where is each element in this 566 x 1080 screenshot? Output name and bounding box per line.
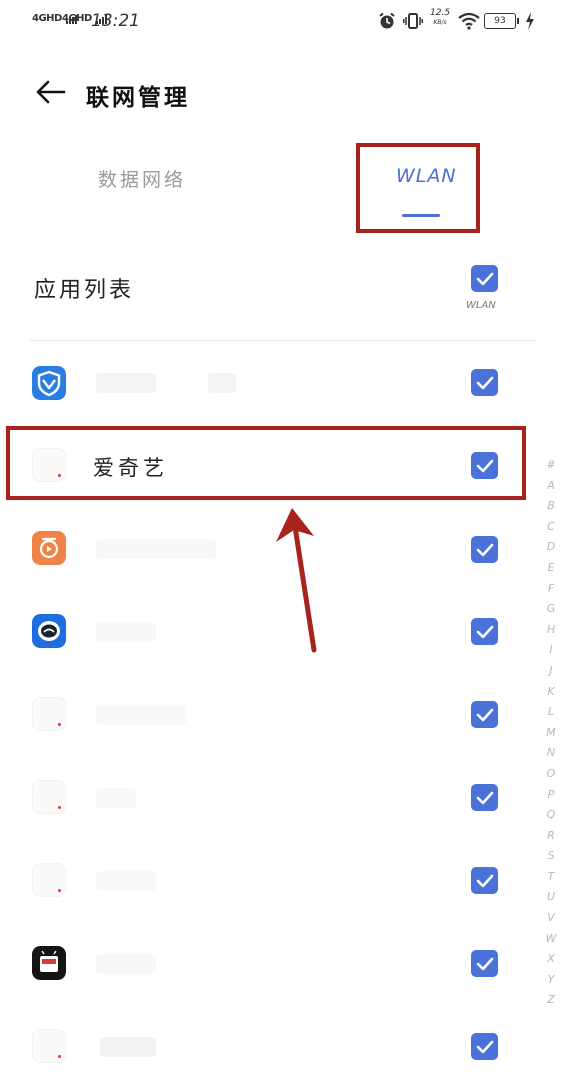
app-name-obscured xyxy=(208,373,236,393)
app-row xyxy=(0,760,540,838)
wlan-checkbox[interactable] xyxy=(471,950,498,977)
alphabet-index-letter[interactable]: O xyxy=(543,764,559,785)
annotation-arrow-icon xyxy=(276,508,317,653)
page-title: 联网管理 xyxy=(86,85,190,111)
annotation-highlight-box-tab xyxy=(356,143,480,233)
app-name-obscured xyxy=(96,539,216,559)
checkmark-icon xyxy=(476,1040,494,1054)
battery-icon: 93 xyxy=(484,13,519,29)
signal-label-1: 4GHD xyxy=(32,13,62,24)
app-name-obscured xyxy=(96,871,156,891)
alphabet-index-letter[interactable]: S xyxy=(543,846,559,867)
alphabet-index-letter[interactable]: Q xyxy=(543,805,559,826)
network-speed: 12.5 KB/s xyxy=(430,8,450,28)
checkmark-icon xyxy=(476,272,494,286)
app-name-obscured xyxy=(96,788,136,808)
app-icon xyxy=(32,863,66,897)
alphabet-index-letter[interactable]: W xyxy=(543,929,559,950)
alphabet-index-letter[interactable]: U xyxy=(543,887,559,908)
app-icon xyxy=(32,780,66,814)
back-arrow-icon[interactable] xyxy=(36,80,66,104)
alphabet-index-letter[interactable]: Y xyxy=(543,970,559,991)
alphabet-index-letter[interactable]: T xyxy=(543,867,559,888)
alphabet-index-letter[interactable]: Z xyxy=(543,990,559,1011)
alarm-icon xyxy=(379,12,395,29)
charging-icon xyxy=(526,12,534,30)
wlan-checkbox[interactable] xyxy=(471,701,498,728)
app-row xyxy=(0,843,540,921)
checkmark-icon xyxy=(476,874,494,888)
app-name-obscured xyxy=(96,622,156,642)
signal-label-2: 4GHD xyxy=(62,13,92,24)
alphabet-index-letter[interactable]: A xyxy=(543,476,559,497)
tencent-shield-icon xyxy=(32,366,66,400)
alphabet-index-letter[interactable]: L xyxy=(543,702,559,723)
battery-level: 93 xyxy=(494,16,506,26)
alphabet-index-letter[interactable]: K xyxy=(543,682,559,703)
checkmark-icon xyxy=(476,708,494,722)
app-row xyxy=(0,677,540,755)
wlan-column-label: WLAN xyxy=(466,300,496,311)
annotation-highlight-box-row xyxy=(6,426,526,500)
alphabet-index-letter[interactable]: M xyxy=(543,723,559,744)
wlan-checkbox[interactable] xyxy=(471,536,498,563)
app-icon xyxy=(32,697,66,731)
alphabet-index-letter[interactable]: X xyxy=(543,949,559,970)
checkmark-icon xyxy=(476,791,494,805)
wlan-checkbox[interactable] xyxy=(471,1033,498,1060)
app-name-obscured xyxy=(100,1037,156,1057)
apk-app-icon xyxy=(32,946,66,980)
orange-app-icon xyxy=(32,531,66,565)
app-name-obscured xyxy=(96,705,186,725)
wlan-checkbox[interactable] xyxy=(471,618,498,645)
app-row xyxy=(0,345,540,423)
wlan-checkbox[interactable] xyxy=(471,867,498,894)
alphabet-index-letter[interactable]: J xyxy=(543,661,559,682)
alphabet-index-letter[interactable]: P xyxy=(543,785,559,806)
clock: 13:21 xyxy=(91,11,140,31)
alphabet-index-letter[interactable]: C xyxy=(543,517,559,538)
alphabet-index-letter[interactable]: E xyxy=(543,558,559,579)
alphabet-index[interactable]: # A B C D E F G H I J K L M N O P Q R S T U V W X Y Z xyxy=(543,455,559,1011)
app-list-title: 应用列表 xyxy=(34,278,135,303)
alphabet-index-letter[interactable]: G xyxy=(543,599,559,620)
wlan-checkbox[interactable] xyxy=(471,369,498,396)
checkmark-icon xyxy=(476,376,494,390)
alphabet-index-letter[interactable]: I xyxy=(543,640,559,661)
alphabet-index-letter[interactable]: N xyxy=(543,743,559,764)
alphabet-index-letter[interactable]: B xyxy=(543,496,559,517)
app-name-obscured xyxy=(96,373,156,393)
alphabet-index-letter[interactable]: F xyxy=(543,579,559,600)
app-row xyxy=(0,926,540,1004)
divider xyxy=(30,340,535,341)
speed-unit: KB/s xyxy=(433,19,447,26)
app-icon xyxy=(32,1029,66,1063)
alphabet-index-letter[interactable]: R xyxy=(543,826,559,847)
robot-app-icon xyxy=(32,614,66,648)
wifi-icon xyxy=(458,12,480,30)
vibrate-icon xyxy=(403,13,423,29)
alphabet-index-letter[interactable]: H xyxy=(543,620,559,641)
wlan-checkbox[interactable] xyxy=(471,784,498,811)
checkmark-icon xyxy=(476,957,494,971)
alphabet-index-letter[interactable]: V xyxy=(543,908,559,929)
app-name-obscured xyxy=(96,954,156,974)
checkmark-icon xyxy=(476,625,494,639)
app-row xyxy=(0,1009,540,1080)
speed-value: 12.5 xyxy=(430,8,451,18)
alphabet-index-letter[interactable]: # xyxy=(543,455,559,476)
checkmark-icon xyxy=(476,543,494,557)
tab-data-network[interactable]: 数据网络 xyxy=(98,165,186,192)
alphabet-index-letter[interactable]: D xyxy=(543,537,559,558)
select-all-wlan-checkbox[interactable] xyxy=(471,265,498,292)
status-bar: 4GHD 4GHD 13:21 12.5 KB/s 93 xyxy=(0,0,566,44)
